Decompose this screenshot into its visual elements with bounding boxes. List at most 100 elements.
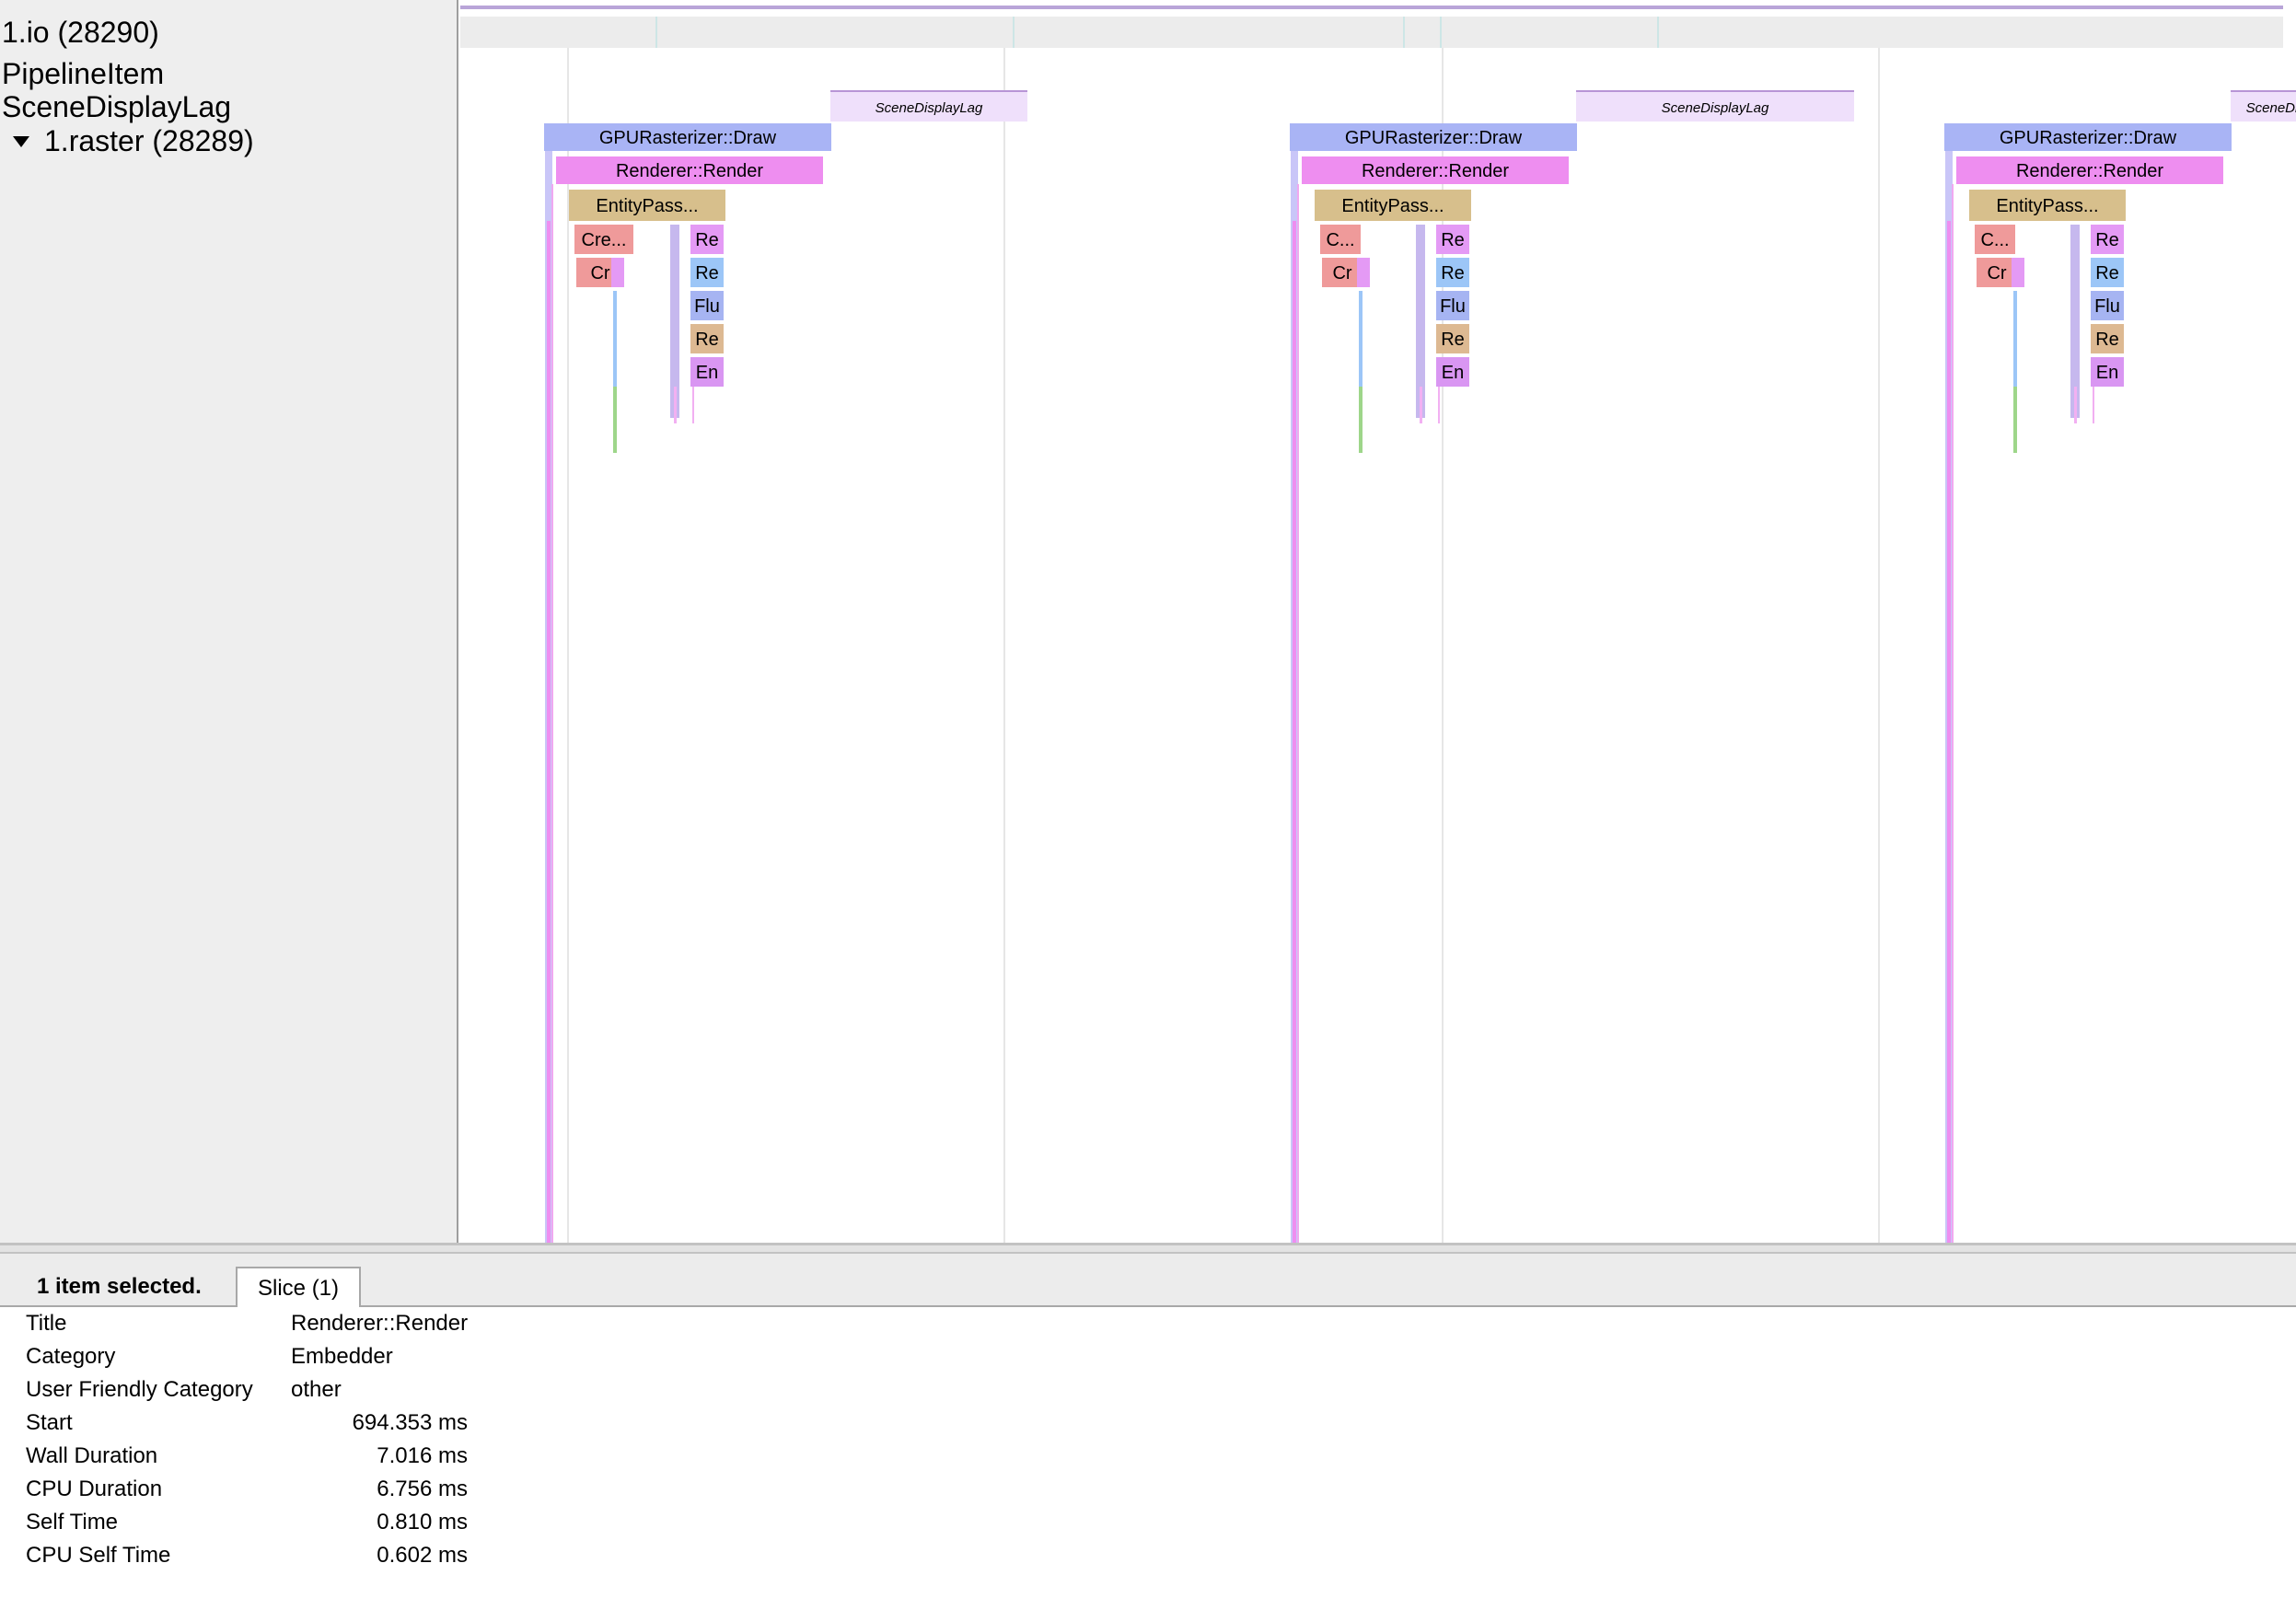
entity-pass-slice-label: EntityPass... bbox=[596, 196, 698, 216]
renderer-render-slice-label: Renderer::Render bbox=[616, 161, 763, 181]
scene-lag-topline bbox=[830, 90, 1027, 92]
raster-label-text: 1.raster (28289) bbox=[44, 124, 254, 157]
track-label-pipeline[interactable]: PipelineItem bbox=[2, 57, 164, 90]
nested-slice bbox=[611, 258, 624, 287]
nested-slice bbox=[674, 387, 677, 423]
create-slice-label: Cr bbox=[1332, 263, 1351, 284]
gpu-rasterizer-draw-slice-label: GPURasterizer::Draw bbox=[1345, 128, 1523, 148]
detail-key: Title bbox=[26, 1311, 67, 1336]
timeline-view[interactable]: SceneDisplayLagGPURasterizer::DrawRender… bbox=[460, 0, 2296, 1243]
track-label-io[interactable]: 1.io (28290) bbox=[2, 16, 159, 49]
tab-slice[interactable]: Slice (1) bbox=[236, 1267, 362, 1309]
detail-value: 7.016 ms bbox=[377, 1443, 468, 1468]
collapse-triangle-icon[interactable] bbox=[13, 135, 29, 147]
track-label-panel: 1.io (28290) PipelineItem SceneDisplayLa… bbox=[0, 0, 458, 1243]
detail-key: Self Time bbox=[26, 1510, 119, 1534]
right-column-slice-label: Re bbox=[2095, 230, 2119, 250]
create-slice-label: Cr bbox=[1987, 263, 2006, 284]
create-slice-label: C... bbox=[1326, 230, 1354, 250]
detail-row-cpu-duration: CPU Duration 6.756 ms bbox=[0, 1473, 552, 1506]
scene-display-lag-slice-label: SceneDisplayLag bbox=[875, 100, 983, 116]
raster-stack-bar bbox=[1947, 221, 1951, 1243]
detail-row-wall-duration: Wall Duration 7.016 ms bbox=[0, 1440, 552, 1473]
detail-row-category: Category Embedder bbox=[0, 1340, 552, 1373]
nested-slice bbox=[2074, 387, 2077, 423]
raster-stack-bar bbox=[547, 221, 551, 1243]
pipeline-tick bbox=[1403, 17, 1405, 48]
right-column-slice-label: Re bbox=[1441, 263, 1465, 284]
pipeline-tick bbox=[1440, 17, 1442, 48]
timeline-gridlines bbox=[567, 48, 1880, 1243]
detail-key: Start bbox=[26, 1410, 73, 1435]
nested-slice bbox=[613, 387, 617, 453]
detail-row-self-time: Self Time 0.810 ms bbox=[0, 1506, 552, 1539]
pipeline-tick bbox=[1657, 17, 1659, 48]
right-column-slice-label: Re bbox=[1441, 330, 1465, 350]
right-column-slice-label: Re bbox=[695, 330, 719, 350]
detail-row-start: Start 694.353 ms bbox=[0, 1407, 552, 1440]
gpu-rasterizer-draw-slice-label: GPURasterizer::Draw bbox=[599, 128, 777, 148]
track-label-scene-display-lag[interactable]: SceneDisplayLag bbox=[2, 90, 231, 123]
raster-stack-bar bbox=[1293, 221, 1296, 1243]
detail-key: Category bbox=[26, 1344, 116, 1369]
raster-stack-bar bbox=[551, 184, 553, 1243]
create-slice-label: Cr bbox=[590, 263, 609, 284]
right-column-slice-label: Re bbox=[1441, 230, 1465, 250]
right-column-slice-label: Flu bbox=[694, 296, 720, 317]
detail-row-cpu-self-time: CPU Self Time 0.602 ms bbox=[0, 1539, 552, 1572]
frames-group: SceneDisplayLagGPURasterizer::DrawRender… bbox=[544, 90, 2296, 1243]
right-column-slice-label: Re bbox=[2095, 263, 2119, 284]
nested-slice bbox=[2013, 387, 2017, 453]
renderer-render-slice-label: Renderer::Render bbox=[1362, 161, 1509, 181]
nested-slice bbox=[692, 387, 694, 423]
detail-value: Embedder bbox=[291, 1344, 393, 1369]
scene-display-lag-slice-label: SceneDisplayLag bbox=[2246, 100, 2296, 116]
nested-slice bbox=[1359, 387, 1363, 453]
nested-slice bbox=[2012, 258, 2024, 287]
nested-slice bbox=[1357, 258, 1370, 287]
detail-value: 6.756 ms bbox=[377, 1476, 468, 1501]
gridline bbox=[567, 48, 569, 1243]
nested-slice bbox=[1420, 387, 1422, 423]
io-track-bar bbox=[460, 6, 2283, 9]
detail-value[interactable]: 694.353 ms bbox=[353, 1410, 468, 1436]
flame-chart[interactable]: SceneDisplayLagGPURasterizer::DrawRender… bbox=[460, 0, 2296, 1243]
selection-count: 1 item selected. bbox=[37, 1274, 202, 1299]
create-slice-label: Cre... bbox=[582, 230, 627, 250]
right-column-slice-label: Flu bbox=[1440, 296, 1466, 317]
create-slice-label: C... bbox=[1980, 230, 2009, 250]
renderer-render-slice-label: Renderer::Render bbox=[2016, 161, 2163, 181]
right-column-slice-label: Re bbox=[695, 263, 719, 284]
detail-key: Wall Duration bbox=[26, 1443, 158, 1468]
right-column-slice-label: Flu bbox=[2094, 296, 2120, 317]
detail-row-user-friendly-category: User Friendly Category other bbox=[0, 1373, 552, 1407]
entity-pass-slice-label: EntityPass... bbox=[1996, 196, 2098, 216]
entity-pass-slice-label: EntityPass... bbox=[1341, 196, 1444, 216]
raster-stack-bar bbox=[1297, 184, 1299, 1243]
right-column-slice-label: En bbox=[1442, 363, 1464, 383]
detail-key: CPU Duration bbox=[26, 1476, 163, 1501]
detail-row-title: Title Renderer::Render bbox=[0, 1307, 552, 1340]
detail-key: User Friendly Category bbox=[26, 1377, 253, 1402]
detail-value: 0.602 ms bbox=[377, 1543, 468, 1568]
panel-resize-handle[interactable] bbox=[0, 1243, 2296, 1254]
right-column-slice-label: En bbox=[2096, 363, 2118, 383]
gridline bbox=[1003, 48, 1005, 1243]
gpu-rasterizer-draw-slice-label: GPURasterizer::Draw bbox=[2000, 128, 2177, 148]
right-column-slice-label: Re bbox=[2095, 330, 2119, 350]
track-label-raster[interactable]: 1.raster (28289) bbox=[2, 124, 254, 157]
frame-group: SceneDisplayLagGPURasterizer::DrawRender… bbox=[1944, 90, 2296, 1243]
detail-value[interactable]: Renderer::Render bbox=[291, 1311, 468, 1337]
gridline bbox=[1878, 48, 1880, 1243]
pipeline-tick bbox=[1013, 17, 1015, 48]
analysis-tab-bar: 1 item selected. Slice (1) bbox=[0, 1254, 2296, 1309]
detail-value: other bbox=[291, 1377, 342, 1402]
scene-lag-topline bbox=[1576, 90, 1854, 92]
pipeline-tick bbox=[655, 17, 657, 48]
slice-details-table: Title Renderer::Render Category Embedder… bbox=[0, 1307, 2296, 1598]
pipeline-track-band bbox=[460, 17, 2283, 48]
right-column-slice-label: En bbox=[696, 363, 718, 383]
scene-display-lag-slice-label: SceneDisplayLag bbox=[1662, 100, 1769, 116]
scene-lag-topline bbox=[2231, 90, 2296, 92]
nested-slice bbox=[1438, 387, 1440, 423]
